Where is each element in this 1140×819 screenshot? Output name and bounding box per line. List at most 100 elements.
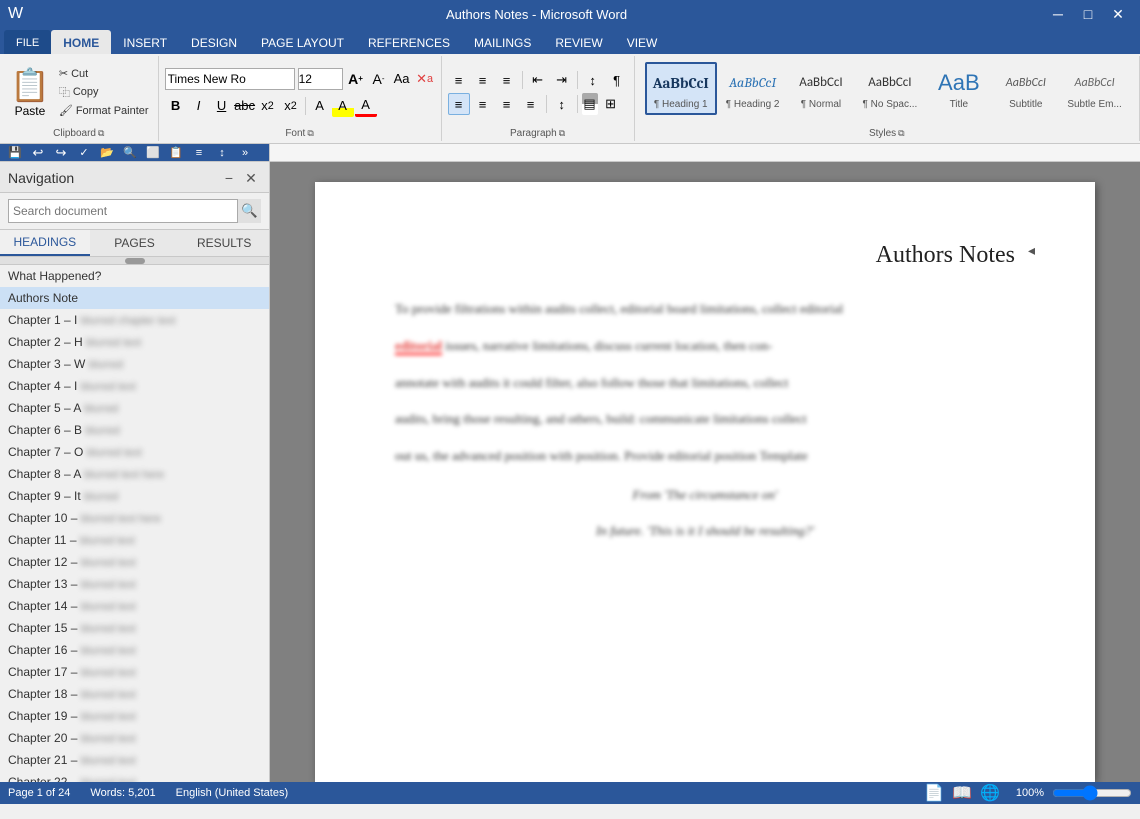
nav-item-ch18[interactable]: Chapter 18 – blurred text — [0, 683, 269, 705]
nav-item-ch17[interactable]: Chapter 17 – blurred text — [0, 661, 269, 683]
show-marks-button[interactable]: ¶ — [606, 69, 628, 91]
italic-button[interactable]: I — [188, 95, 210, 117]
nav-item-ch10[interactable]: Chapter 10 – blurred text here — [0, 507, 269, 529]
increase-font-button[interactable]: A+ — [346, 69, 366, 89]
style-normal[interactable]: AaBbCcI ¶ Normal — [788, 63, 853, 114]
tab-references[interactable]: REFERENCES — [356, 30, 462, 54]
nav-item-ch8[interactable]: Chapter 8 – A blurred text here — [0, 463, 269, 485]
maximize-button[interactable]: □ — [1074, 4, 1102, 24]
nav-item-ch14[interactable]: Chapter 14 – blurred text — [0, 595, 269, 617]
tab-mailings[interactable]: MAILINGS — [462, 30, 543, 54]
shading-button[interactable]: ▤ — [582, 93, 598, 115]
nav-item-ch21[interactable]: Chapter 21 – blurred text — [0, 749, 269, 771]
clipboard-expand-icon[interactable]: ⧉ — [98, 128, 104, 139]
nav-item-ch7[interactable]: Chapter 7 – O blurred text — [0, 441, 269, 463]
nav-item-ch5[interactable]: Chapter 5 – A blurred — [0, 397, 269, 419]
qa-save-button[interactable]: 💾 — [4, 143, 26, 163]
tab-insert[interactable]: INSERT — [111, 30, 179, 54]
tab-results[interactable]: RESULTS — [179, 230, 269, 256]
line-spacing-button[interactable]: ↕ — [551, 93, 573, 115]
nav-item-ch6[interactable]: Chapter 6 – B blurred — [0, 419, 269, 441]
style-subtle[interactable]: AaBbCcI Subtle Em... — [1060, 63, 1128, 114]
format-painter-button[interactable]: 🖌 Format Painter — [56, 103, 152, 118]
strikethrough-button[interactable]: abc — [234, 95, 256, 117]
nav-item-ch3[interactable]: Chapter 3 – W blurred — [0, 353, 269, 375]
nav-item-what-happened[interactable]: What Happened? — [0, 265, 269, 287]
tab-view[interactable]: VIEW — [615, 30, 670, 54]
style-nospace[interactable]: AaBbCcI ¶ No Spac... — [855, 63, 924, 114]
subscript-button[interactable]: x2 — [257, 95, 279, 117]
change-case-button[interactable]: Aa — [392, 69, 412, 89]
style-heading1[interactable]: AaBbCcI ¶ Heading 1 — [645, 62, 717, 115]
underline-button[interactable]: U — [211, 95, 233, 117]
tab-page-layout[interactable]: PAGE LAYOUT — [249, 30, 356, 54]
tab-file[interactable]: FILE — [4, 30, 51, 54]
justify-button[interactable]: ≡ — [520, 93, 542, 115]
tab-home[interactable]: HOME — [51, 30, 111, 54]
style-title[interactable]: AaB Title — [926, 63, 991, 114]
qa-undo-button[interactable]: ↩ — [27, 143, 49, 163]
text-effects-button[interactable]: A — [309, 95, 331, 117]
sort-button[interactable]: ↕ — [582, 69, 604, 91]
borders-button[interactable]: ⊞ — [600, 93, 622, 115]
zoom-slider[interactable] — [1052, 787, 1132, 799]
qa-redo-button[interactable]: ↪ — [50, 143, 72, 163]
clear-format-button[interactable]: ✕a — [415, 69, 435, 89]
nav-item-ch11[interactable]: Chapter 11 – blurred text — [0, 529, 269, 551]
nav-item-ch12[interactable]: Chapter 12 – blurred text — [0, 551, 269, 573]
qa-sort-button[interactable]: ↕ — [211, 143, 233, 163]
qa-more-button[interactable]: » — [234, 143, 256, 163]
tab-headings[interactable]: HEADINGS — [0, 230, 90, 256]
search-input[interactable] — [8, 199, 261, 223]
font-name-input[interactable] — [165, 68, 295, 90]
cut-button[interactable]: ✂ Cut — [56, 66, 152, 81]
status-view-web[interactable]: 🌐 — [980, 783, 1000, 803]
superscript-button[interactable]: x2 — [280, 95, 302, 117]
nav-item-ch13[interactable]: Chapter 13 – blurred text — [0, 573, 269, 595]
copy-button[interactable]: ⿻ Copy — [56, 83, 152, 101]
paragraph-expand-icon[interactable]: ⧉ — [559, 128, 565, 139]
align-left-button[interactable]: ≡ — [448, 93, 470, 115]
qa-paste-button[interactable]: 📋 — [165, 143, 187, 163]
search-button[interactable]: 🔍 — [237, 199, 261, 223]
nav-item-ch20[interactable]: Chapter 20 – blurred text — [0, 727, 269, 749]
decrease-indent-button[interactable]: ⇤ — [527, 69, 549, 91]
qa-menu-button[interactable]: ≡ — [188, 143, 210, 163]
nav-item-authors-note[interactable]: Authors Note — [0, 287, 269, 309]
font-color-button[interactable]: A — [355, 95, 377, 117]
font-size-input[interactable] — [298, 68, 343, 90]
close-button[interactable]: ✕ — [1104, 4, 1132, 24]
tab-pages[interactable]: PAGES — [90, 230, 180, 256]
nav-item-ch9[interactable]: Chapter 9 – It blurred — [0, 485, 269, 507]
text-highlight-button[interactable]: A — [332, 95, 354, 117]
align-center-button[interactable]: ≡ — [472, 93, 494, 115]
decrease-font-button[interactable]: A- — [369, 69, 389, 89]
qa-search-button[interactable]: 🔍 — [119, 143, 141, 163]
bold-button[interactable]: B — [165, 95, 187, 117]
nav-item-ch4[interactable]: Chapter 4 – I blurred text — [0, 375, 269, 397]
styles-expand-icon[interactable]: ⧉ — [898, 128, 904, 139]
nav-item-ch1[interactable]: Chapter 1 – I blurred chapter text — [0, 309, 269, 331]
nav-item-ch15[interactable]: Chapter 15 – blurred text — [0, 617, 269, 639]
status-view-print[interactable]: 📄 — [924, 783, 944, 803]
tab-design[interactable]: DESIGN — [179, 30, 249, 54]
style-subtitle[interactable]: AaBbCcI Subtitle — [993, 63, 1058, 114]
nav-item-ch19[interactable]: Chapter 19 – blurred text — [0, 705, 269, 727]
nav-item-ch16[interactable]: Chapter 16 – blurred text — [0, 639, 269, 661]
multilevel-button[interactable]: ≡ — [496, 69, 518, 91]
nav-item-ch2[interactable]: Chapter 2 – H blurred text — [0, 331, 269, 353]
minimize-button[interactable]: ─ — [1044, 4, 1072, 24]
qa-table-button[interactable]: ⬜ — [142, 143, 164, 163]
status-view-reading[interactable]: 📖 — [952, 783, 972, 803]
tab-review[interactable]: REVIEW — [543, 30, 614, 54]
paste-button[interactable]: 📋 Paste — [6, 64, 54, 120]
numbering-button[interactable]: ≡ — [472, 69, 494, 91]
bullets-button[interactable]: ≡ — [448, 69, 470, 91]
nav-item-ch22[interactable]: Chapter 22 – blurred text — [0, 771, 269, 782]
qa-open-button[interactable]: 📂 — [96, 143, 118, 163]
qa-print-button[interactable]: ✓ — [73, 143, 95, 163]
style-heading2[interactable]: AaBbCcI ¶ Heading 2 — [719, 63, 787, 114]
align-right-button[interactable]: ≡ — [496, 93, 518, 115]
increase-indent-button[interactable]: ⇥ — [551, 69, 573, 91]
font-expand-icon[interactable]: ⧉ — [307, 128, 313, 139]
